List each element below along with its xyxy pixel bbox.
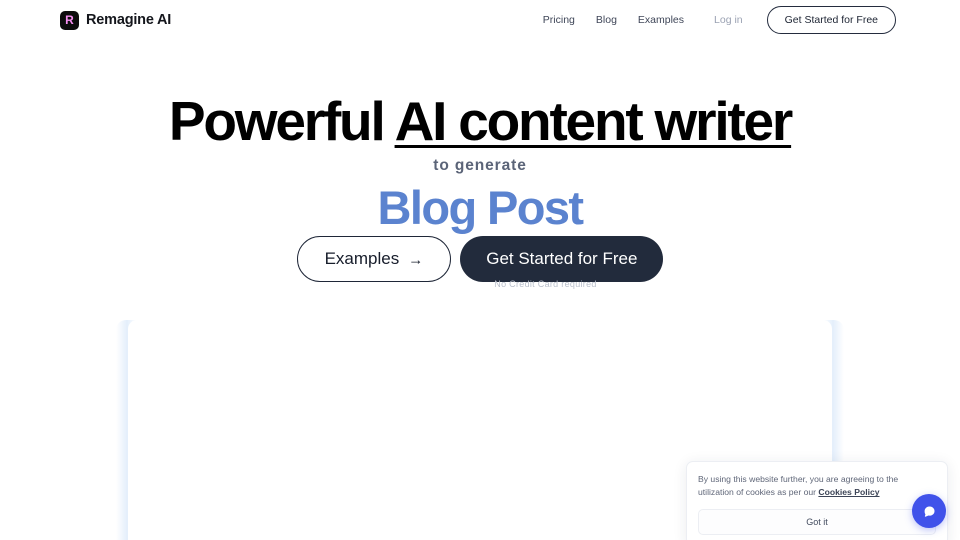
page-title: Powerful AI content writer <box>0 92 960 150</box>
hero-cta-row: Examples → Get Started for Free <box>0 236 960 282</box>
chat-bubble-icon <box>924 506 934 517</box>
hero-rotating-word: Blog Post <box>377 181 585 235</box>
examples-button-label: Examples <box>324 249 400 268</box>
cookie-accept-button[interactable]: Got it <box>698 508 936 535</box>
login-link[interactable]: Log in <box>714 14 743 26</box>
no-credit-card-note: No Credit Card required <box>494 279 597 289</box>
brand-logo[interactable]: R Remagine AI <box>60 10 172 30</box>
cookie-consent-banner: By using this website further, you are a… <box>686 461 948 540</box>
cookies-policy-link[interactable]: Cookies Policy <box>818 487 879 497</box>
hero-subline: to generate <box>433 157 527 175</box>
nav-item-pricing[interactable]: Pricing <box>543 14 575 26</box>
cookie-consent-text: By using this website further, you are a… <box>698 473 936 500</box>
nav-item-examples[interactable]: Examples <box>638 14 684 26</box>
logo-r-icon: R <box>60 10 79 30</box>
brand-name: Remagine AI <box>86 12 172 28</box>
headline-emphasis: AI content writer <box>394 90 794 152</box>
nav-links: Pricing Blog Examples <box>543 14 684 26</box>
site-header: R Remagine AI Pricing Blog Examples Log … <box>0 0 960 40</box>
headline-lead: Powerful <box>168 90 395 152</box>
hero-section: Powerful AI content writer to generate B… <box>0 92 960 234</box>
arrow-right-icon: → <box>408 251 424 268</box>
examples-button[interactable]: Examples → <box>296 236 452 282</box>
chat-widget-button[interactable] <box>912 494 946 528</box>
header-get-started-button[interactable]: Get Started for Free <box>766 6 896 34</box>
nav-item-blog[interactable]: Blog <box>596 14 617 26</box>
get-started-button[interactable]: Get Started for Free <box>460 236 664 282</box>
main-navigation: Pricing Blog Examples Log in Get Started… <box>543 6 896 34</box>
